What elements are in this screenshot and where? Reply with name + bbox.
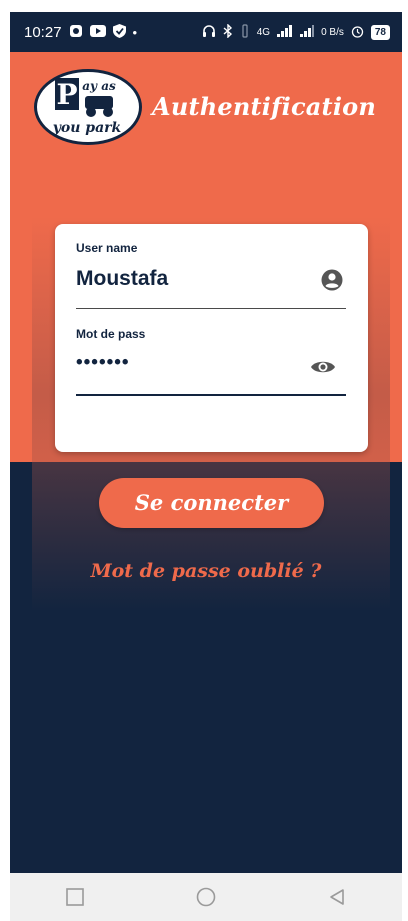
recents-button[interactable]: [55, 877, 95, 917]
dot-icon: •: [132, 24, 138, 40]
battery-indicator: 78: [370, 24, 390, 40]
status-bar: 10:27 • 4G 0 B/s 78: [10, 12, 402, 52]
login-card: User name Moustafa Mot de pass •••••••: [55, 224, 368, 452]
login-button[interactable]: Se connecter: [99, 478, 324, 528]
eye-icon[interactable]: [310, 358, 336, 380]
password-input[interactable]: •••••••: [76, 352, 130, 374]
shield-icon: [112, 24, 126, 40]
username-underline: [76, 308, 346, 309]
status-right: 4G 0 B/s 78: [202, 23, 390, 40]
logo-text-top: ay as: [82, 79, 116, 93]
circle-icon: [196, 887, 216, 907]
password-underline: [76, 394, 346, 396]
forgot-password-link[interactable]: Mot de passe oublié ?: [10, 560, 402, 582]
vibrate-icon: [240, 24, 250, 40]
square-icon: [66, 888, 85, 906]
youtube-icon: [89, 25, 106, 39]
username-label: User name: [76, 241, 138, 255]
signal-icon-2: [300, 25, 315, 39]
alarm-icon: [351, 25, 364, 40]
status-left: 10:27 •: [24, 24, 137, 41]
username-input[interactable]: Moustafa: [76, 267, 168, 291]
page-title: Authentification: [152, 92, 376, 121]
network-type: 4G: [256, 26, 271, 38]
home-button[interactable]: [186, 877, 226, 917]
account-icon: [321, 269, 343, 295]
logo-letter: P: [56, 78, 77, 111]
system-nav-bar: [10, 873, 402, 921]
pay-as-you-park-logo: P ay as you park: [34, 69, 142, 145]
signal-icon: [277, 25, 293, 39]
bluetooth-icon: [223, 23, 233, 40]
headphones-icon: [202, 24, 216, 40]
back-triangle-icon: [329, 889, 344, 905]
logo-text-bottom: you park: [52, 120, 122, 136]
app-screen: 10:27 • 4G 0 B/s 78 P ay as you park Aut…: [10, 12, 402, 873]
status-time: 10:27: [24, 23, 62, 41]
password-label: Mot de pass: [76, 327, 146, 341]
back-button[interactable]: [317, 877, 357, 917]
data-speed: 0 B/s: [321, 26, 344, 38]
notification-icon: [69, 24, 83, 40]
